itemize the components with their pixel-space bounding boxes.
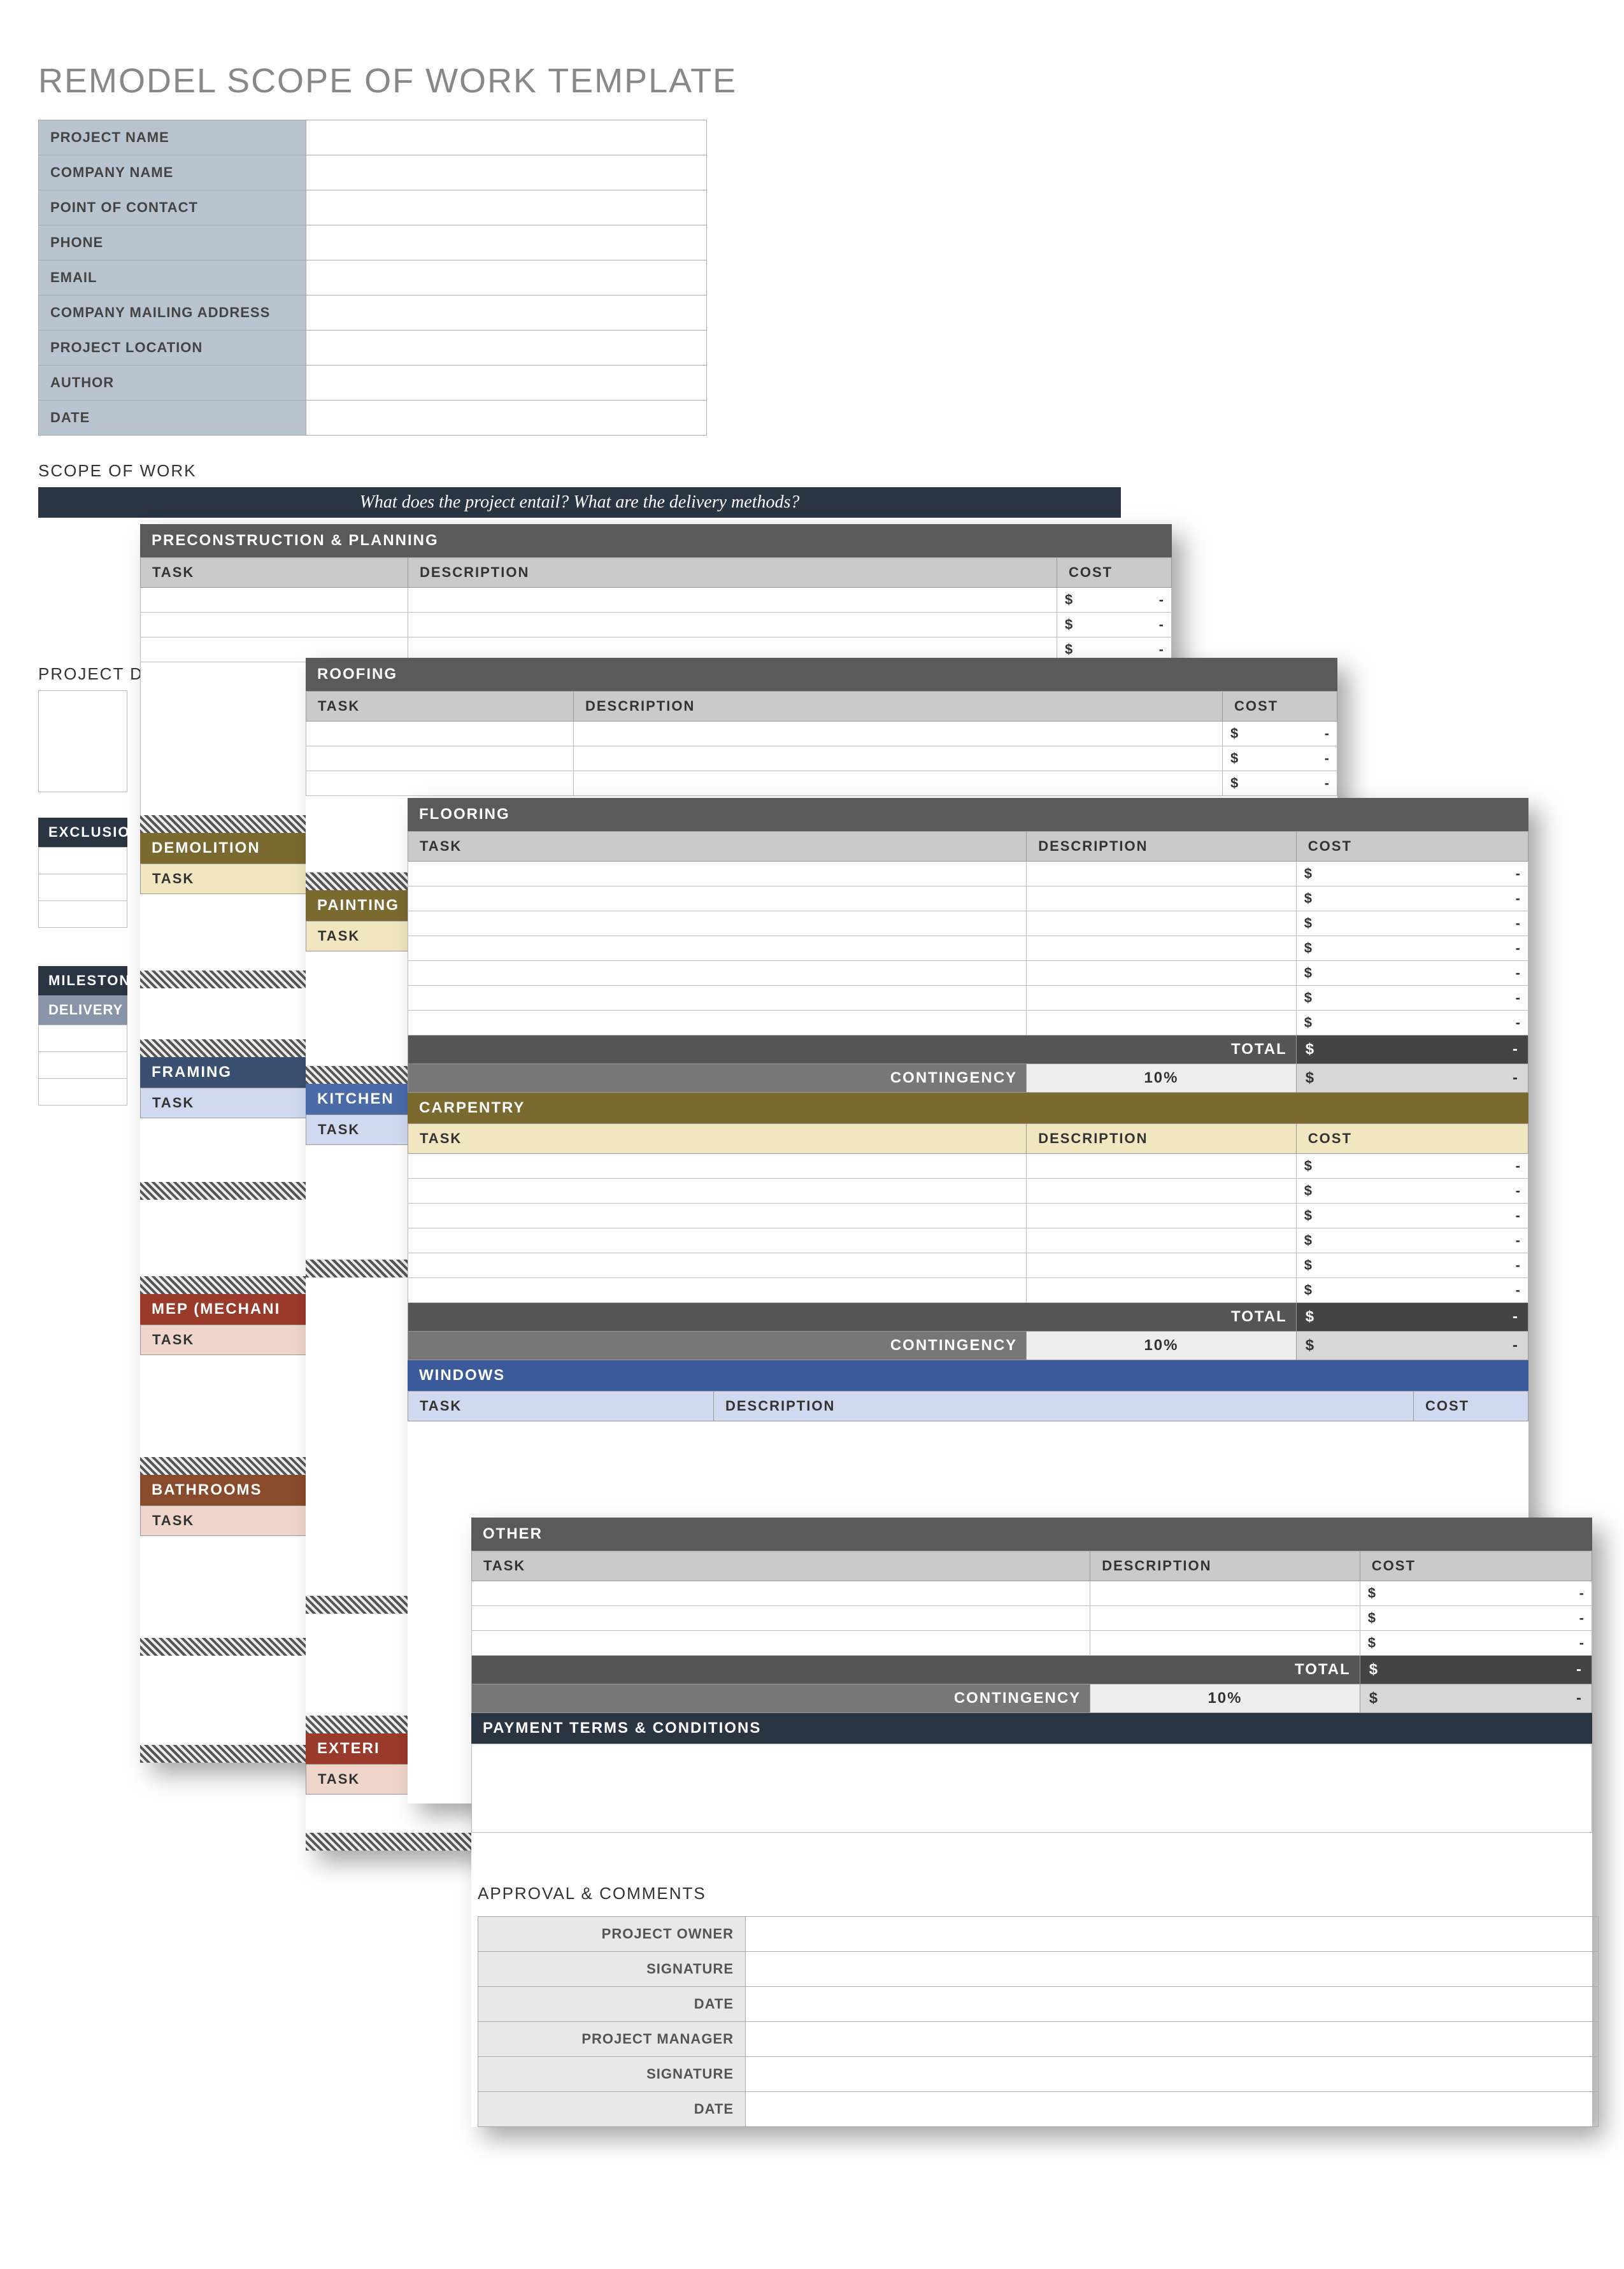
approval-heading: APPROVAL & COMMENTS	[478, 1884, 1592, 1903]
scope-of-work-heading: SCOPE OF WORK	[38, 461, 1586, 481]
info-value[interactable]	[306, 401, 707, 436]
project-info-table: PROJECT NAMECOMPANY NAMEPOINT OF CONTACT…	[38, 120, 707, 436]
delivery-header: DELIVERY	[38, 995, 127, 1025]
info-label: COMPANY NAME	[39, 155, 306, 190]
approval-value[interactable]	[746, 1987, 1599, 2022]
approval-label: DATE	[478, 1987, 746, 2022]
cat-flooring: FLOORING	[408, 798, 1528, 831]
approval-label: SIGNATURE	[478, 1952, 746, 1987]
info-label: PROJECT LOCATION	[39, 331, 306, 366]
info-label: PROJECT NAME	[39, 120, 306, 155]
payment-terms-header: PAYMENT TERMS & CONDITIONS	[471, 1713, 1592, 1744]
info-label: AUTHOR	[39, 366, 306, 401]
exclusions-header: EXCLUSION	[38, 818, 127, 847]
info-label: PHONE	[39, 225, 306, 260]
info-label: EMAIL	[39, 260, 306, 295]
milestones-header: MILESTONES	[38, 966, 127, 995]
info-value[interactable]	[306, 155, 707, 190]
info-value[interactable]	[306, 331, 707, 366]
approval-value[interactable]	[746, 1917, 1599, 1952]
approval-value[interactable]	[746, 2092, 1599, 2127]
info-value[interactable]	[306, 190, 707, 225]
info-value[interactable]	[306, 260, 707, 295]
approval-value[interactable]	[746, 2022, 1599, 2057]
cat-windows: WINDOWS	[408, 1360, 1528, 1391]
info-value[interactable]	[306, 366, 707, 401]
page-title: REMODEL SCOPE OF WORK TEMPLATE	[38, 61, 1586, 101]
info-value[interactable]	[306, 120, 707, 155]
info-value[interactable]	[306, 295, 707, 331]
info-label: POINT OF CONTACT	[39, 190, 306, 225]
approval-value[interactable]	[746, 2057, 1599, 2092]
info-label: COMPANY MAILING ADDRESS	[39, 295, 306, 331]
approval-label: SIGNATURE	[478, 2057, 746, 2092]
info-label: DATE	[39, 401, 306, 436]
cat-other: OTHER	[471, 1518, 1592, 1551]
cat-carpentry: CARPENTRY	[408, 1093, 1528, 1123]
info-value[interactable]	[306, 225, 707, 260]
approval-value[interactable]	[746, 1952, 1599, 1987]
cat-roofing: ROOFING	[306, 658, 1337, 691]
stacked-panels: PROJECT DEL EXCLUSION MILESTONES DELIVER…	[38, 511, 1586, 2231]
panel-other: OTHER TASKDESCRIPTIONCOST $- $- $- TOTAL…	[471, 1518, 1592, 2127]
payment-terms-box[interactable]	[471, 1744, 1592, 1833]
approval-label: PROJECT OWNER	[478, 1917, 746, 1952]
approval-label: DATE	[478, 2092, 746, 2127]
cat-precon: PRECONSTRUCTION & PLANNING	[140, 524, 1172, 557]
approval-table: PROJECT OWNERSIGNATUREDATEPROJECT MANAGE…	[478, 1916, 1599, 2127]
approval-label: PROJECT MANAGER	[478, 2022, 746, 2057]
